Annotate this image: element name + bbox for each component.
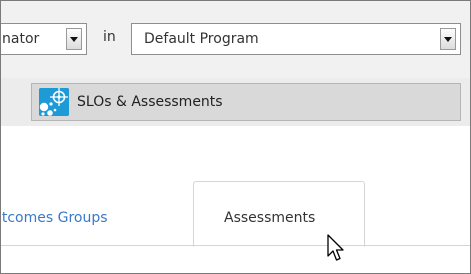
program-dropdown-button[interactable] [440,28,456,50]
program-select[interactable]: Default Program [131,23,461,55]
role-dropdown-button[interactable] [66,28,82,50]
role-select[interactable]: nator [1,23,87,55]
filter-bar: nator in Default Program [1,1,470,79]
chevron-down-icon [444,37,452,42]
chevron-down-icon [70,37,78,42]
mouse-cursor-icon [327,234,347,264]
module-menu-bar: SLOs & Assessments [1,78,470,127]
tab-assessments-label: Assessments [224,210,316,226]
bubbles-target-icon [39,88,69,116]
menu-item-slos-assessments[interactable]: SLOs & Assessments [31,83,461,121]
tab-divider [1,245,470,246]
app-window: nator in Default Program SLOs & Assessme… [0,0,471,274]
role-select-value: nator [2,31,40,47]
tab-outcomes-groups[interactable]: utcomes Groups [1,210,108,226]
in-label: in [103,29,116,45]
tab-strip: utcomes Groups Assessments [1,126,470,273]
menu-item-label: SLOs & Assessments [77,94,223,110]
program-select-value: Default Program [144,31,259,47]
